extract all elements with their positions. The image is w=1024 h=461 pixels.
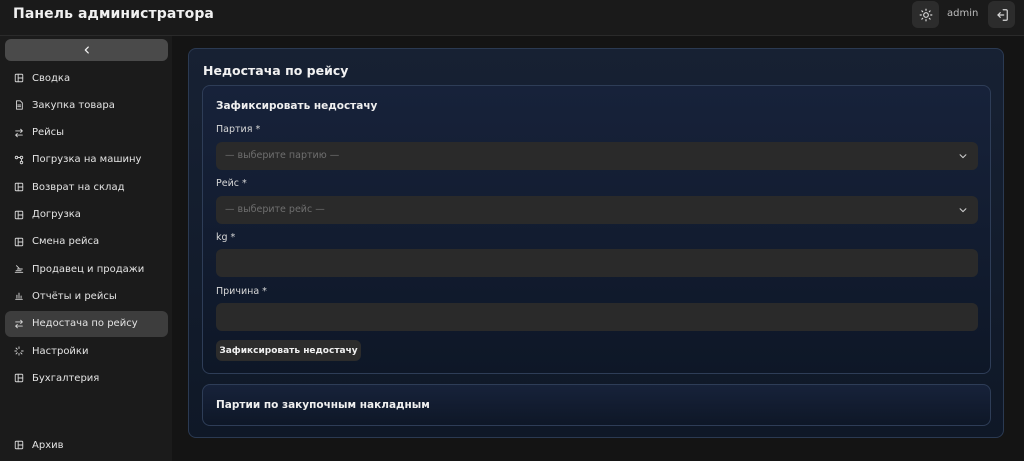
sidebar-item[interactable]: Настройки xyxy=(5,338,168,364)
sidebar-item[interactable]: Бухгалтерия xyxy=(5,365,168,391)
sidebar-item-label: Возврат на склад xyxy=(32,181,125,193)
sidebar-item-label: Погрузка на машину xyxy=(32,154,142,166)
sidebar-item[interactable]: Архив xyxy=(5,432,168,458)
theme-toggle-button[interactable] xyxy=(912,1,939,28)
batches-section-card[interactable]: Партии по закупочным накладным xyxy=(202,384,991,426)
batches-section-title: Партии по закупочным накладным xyxy=(216,399,430,411)
trip-select-placeholder: — выберите рейс — xyxy=(225,204,325,215)
form-title: Зафиксировать недостачу xyxy=(216,100,378,112)
layout-panel-icon xyxy=(14,440,24,450)
sidebar-item[interactable]: Погрузка на машину xyxy=(5,147,168,173)
batch-select-placeholder: — выберите партию — xyxy=(225,150,340,161)
layout-panel-icon xyxy=(14,73,24,83)
sidebar-item-label: Настройки xyxy=(32,345,89,357)
nodes-icon xyxy=(14,155,24,165)
layout-panel-icon xyxy=(14,373,24,383)
trip-select[interactable]: — выберите рейс — xyxy=(216,196,978,224)
app-title: Панель администратора xyxy=(13,6,214,22)
kg-label: kg * xyxy=(216,232,236,243)
sidebar: Сводка Закупка товара Рейсы Погрузка на маш… xyxy=(0,36,172,461)
logout-icon xyxy=(996,8,1008,21)
sidebar-item-label: Смена рейса xyxy=(32,236,100,248)
sidebar-item-label: Закупка товара xyxy=(32,99,115,111)
page-title: Недостача по рейсу xyxy=(203,63,349,78)
main-panel: Недостача по рейсу Зафиксировать недоста… xyxy=(188,48,1004,438)
shortage-form-card: Зафиксировать недостачу Партия * — выбер… xyxy=(202,85,991,374)
chevron-left-icon xyxy=(84,46,89,54)
chevron-down-icon xyxy=(959,208,967,213)
sidebar-item-label: Догрузка xyxy=(32,209,81,220)
file-text-icon xyxy=(14,100,24,110)
layout-panel-icon xyxy=(14,237,24,247)
sidebar-item[interactable]: Отчёты и рейсы xyxy=(5,283,168,309)
seller-icon xyxy=(14,264,24,274)
arrows-swap-icon xyxy=(14,128,24,138)
kg-input[interactable] xyxy=(216,249,978,277)
sidebar-item-label: Рейсы xyxy=(32,127,65,139)
submit-shortage-button[interactable]: Зафиксировать недостачу xyxy=(216,340,361,361)
collapse-sidebar-button[interactable] xyxy=(5,39,168,61)
sun-icon xyxy=(919,8,932,21)
username: admin xyxy=(947,8,979,19)
sidebar-item-label: Бухгалтерия xyxy=(32,372,100,384)
reason-label: Причина * xyxy=(216,286,267,297)
sidebar-item-label: Продавец и продажи xyxy=(32,263,145,275)
sidebar-item[interactable]: Смена рейса xyxy=(5,229,168,255)
batch-label: Партия * xyxy=(216,124,261,135)
sidebar-item-label: Архив xyxy=(32,439,64,451)
sidebar-item-label: Сводка xyxy=(32,72,71,84)
sidebar-item-label: Отчёты и рейсы xyxy=(32,290,117,302)
sidebar-item[interactable]: Сводка xyxy=(5,65,168,91)
logout-button[interactable] xyxy=(988,1,1015,28)
sidebar-item[interactable]: Закупка товара xyxy=(5,92,168,118)
bar-chart-icon xyxy=(14,291,24,301)
layout-panel-icon xyxy=(14,210,24,220)
reason-input[interactable] xyxy=(216,303,978,331)
chevron-down-icon xyxy=(959,154,967,159)
loader-icon xyxy=(14,346,24,356)
trip-label: Рейс * xyxy=(216,178,247,189)
sidebar-item[interactable]: Догрузка xyxy=(5,202,168,228)
layout-panel-icon xyxy=(14,182,24,192)
top-bar: Панель администратора admin xyxy=(0,0,1024,36)
sidebar-item[interactable]: Рейсы xyxy=(5,120,168,146)
sidebar-item[interactable]: Возврат на склад xyxy=(5,174,168,200)
sidebar-item[interactable]: Продавец и продажи xyxy=(5,256,168,282)
sidebar-item[interactable]: Недостача по рейсу xyxy=(5,310,168,337)
sidebar-item-label: Недостача по рейсу xyxy=(32,318,138,330)
arrows-swap-icon xyxy=(14,319,24,329)
batch-select[interactable]: — выберите партию — xyxy=(216,142,978,170)
